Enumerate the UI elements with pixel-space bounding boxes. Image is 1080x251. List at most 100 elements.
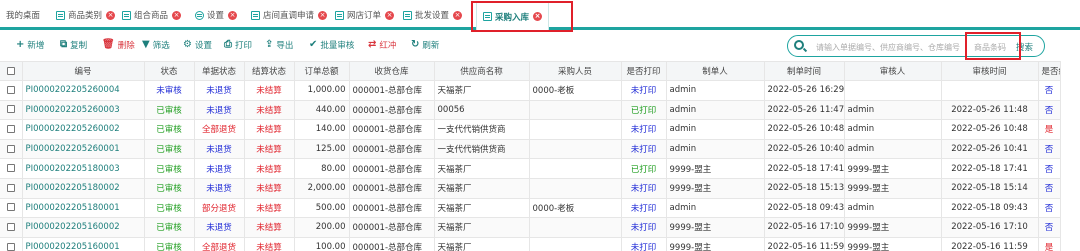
column-header[interactable]: 是否打印 <box>621 61 667 81</box>
buyer-cell: 0000-老板 <box>529 198 622 219</box>
buyer-cell <box>529 158 622 179</box>
row-checkbox[interactable] <box>0 237 23 251</box>
supplier-cell: 00056 <box>434 100 530 121</box>
bill-number-link[interactable]: PI0000202205260004 <box>22 80 145 101</box>
delete-button[interactable]: 🗑︎ 删除 <box>102 39 135 52</box>
tab-wholesale-settings[interactable]: 批发设置 × <box>397 4 468 26</box>
reviewer-cell: 9999-盟主 <box>844 217 942 238</box>
column-header[interactable]: 收货仓库 <box>349 61 435 81</box>
batch-review-button[interactable]: ✔ 批量审核 <box>309 39 355 52</box>
maker-cell: 9999-盟主 <box>666 178 765 199</box>
red-flush-cell: 否 <box>1038 178 1061 199</box>
tab-product-category[interactable]: 商品类别 × <box>50 4 121 26</box>
tab-desktop[interactable]: 我的桌面 <box>0 4 46 26</box>
row-checkbox[interactable] <box>0 119 23 140</box>
supplier-cell: 天福茶厂 <box>434 158 530 179</box>
column-header[interactable]: 审核时间 <box>941 61 1039 81</box>
row-checkbox[interactable] <box>0 139 23 160</box>
batch-review-label: 批量审核 <box>320 41 355 51</box>
buyer-cell: 0000-老板 <box>529 80 622 101</box>
copy-button[interactable]: ⧉ 复制 <box>60 39 87 52</box>
buyer-cell <box>529 119 622 140</box>
tab-store-transfer[interactable]: 店间直调申请 × <box>245 4 333 26</box>
print-button[interactable]: ⎙ 打印 <box>224 39 252 52</box>
gear-icon <box>195 10 204 20</box>
filter-button[interactable]: ▼ 筛选 <box>142 39 170 52</box>
close-icon[interactable]: × <box>228 10 238 20</box>
settle-status-cell: 未结算 <box>244 217 295 238</box>
table-row[interactable]: PI0000202205260001 已审核 未退货 未结算 125.00 000001-… <box>0 139 1061 160</box>
export-button[interactable]: ⇪ 导出 <box>265 39 294 52</box>
column-header[interactable]: 审核人 <box>844 61 942 81</box>
doc-status-cell: 部分退货 <box>194 198 245 219</box>
row-checkbox[interactable] <box>0 158 23 179</box>
close-icon[interactable]: × <box>385 10 395 20</box>
select-all-checkbox[interactable] <box>0 61 23 81</box>
export-label: 导出 <box>276 41 294 51</box>
table-row[interactable]: PI0000202205260002 已审核 全部退货 未结算 140.00 000001… <box>0 119 1061 140</box>
refresh-button[interactable]: ↻ 刷新 <box>411 39 439 52</box>
search-button[interactable]: 搜索 <box>1016 41 1033 53</box>
row-checkbox[interactable] <box>0 198 23 219</box>
column-header[interactable]: 单据状态 <box>194 61 245 81</box>
bill-number-link[interactable]: PI0000202205160002 <box>22 217 145 238</box>
tab-label: 网店订单 <box>347 11 382 21</box>
table-row[interactable]: PI0000202205180002 已审核 未退货 未结算 2,000.00 00000… <box>0 178 1061 199</box>
tab-settings[interactable]: 设置 × <box>189 4 243 26</box>
bill-number-link[interactable]: PI0000202205260001 <box>22 139 145 160</box>
table-row[interactable]: PI0000202205260003 已审核 未退货 未结算 440.00 000001-… <box>0 100 1061 121</box>
tab-label: 设置 <box>207 11 225 21</box>
row-checkbox[interactable] <box>0 100 23 121</box>
bill-number-link[interactable]: PI0000202205160001 <box>22 237 145 251</box>
bill-number-link[interactable]: PI0000202205260003 <box>22 100 145 121</box>
tab-combo-product[interactable]: 组合商品 × <box>116 4 187 26</box>
close-icon[interactable]: × <box>106 10 116 20</box>
barcode-input[interactable]: 商品条码 <box>974 42 1006 53</box>
bill-number-link[interactable]: PI0000202205180002 <box>22 178 145 199</box>
table-row[interactable]: PI0000202205180003 已审核 未退货 未结算 80.00 000001-总… <box>0 158 1061 179</box>
row-checkbox[interactable] <box>0 80 23 101</box>
tab-label: 我的桌面 <box>6 11 41 21</box>
total-amount-cell: 1,000.00 <box>294 80 350 101</box>
bill-number-link[interactable]: PI0000202205260002 <box>22 119 145 140</box>
tab-purchase-inbound[interactable]: 采购入库 × <box>476 2 550 30</box>
column-header[interactable]: 供应商名称 <box>434 61 530 81</box>
row-checkbox[interactable] <box>0 178 23 199</box>
doc-status-cell: 未退货 <box>194 158 245 179</box>
settle-status-cell: 未结算 <box>244 237 295 251</box>
table-row[interactable]: PI0000202205160001 已审核 全部退货 未结算 100.00 000001… <box>0 237 1061 251</box>
column-header[interactable]: 制单人 <box>666 61 765 81</box>
supplier-cell: 一支代代销供货商 <box>434 139 530 160</box>
close-icon[interactable]: × <box>453 10 463 20</box>
column-header[interactable]: 是否红 <box>1038 61 1061 81</box>
trash-icon: 🗑︎ <box>102 39 115 50</box>
printed-status-cell: 未打印 <box>621 237 667 251</box>
bill-number-link[interactable]: PI0000202205180003 <box>22 158 145 179</box>
supplier-cell: 一支代代销供货商 <box>434 119 530 140</box>
table-row[interactable]: PI0000202205160002 已审核 未退货 未结算 200.00 000001-… <box>0 217 1061 238</box>
total-amount-cell: 440.00 <box>294 100 350 121</box>
column-header[interactable]: 编号 <box>22 61 145 81</box>
total-amount-cell: 140.00 <box>294 119 350 140</box>
column-header[interactable]: 状态 <box>144 61 195 81</box>
add-button[interactable]: + 新增 <box>16 39 44 52</box>
column-header[interactable]: 结算状态 <box>244 61 295 81</box>
maker-cell: 9999-盟主 <box>666 217 765 238</box>
bill-number-link[interactable]: PI0000202205180001 <box>22 198 145 219</box>
close-icon[interactable]: × <box>318 10 328 20</box>
close-icon[interactable]: × <box>533 12 543 21</box>
row-checkbox[interactable] <box>0 217 23 238</box>
table-row[interactable]: PI0000202205180001 已审核 部分退货 未结算 500.00 000001… <box>0 198 1061 219</box>
column-header[interactable]: 采购人员 <box>529 61 622 81</box>
search-input[interactable]: 请输入单据编号、供应商编号、仓库编号 商品条码 搜索 <box>787 35 1045 57</box>
column-header[interactable]: 订单总额 <box>294 61 350 81</box>
warehouse-cell: 000001-总部仓库 <box>349 80 435 101</box>
settings-button[interactable]: ⚙ 设置 <box>183 39 212 52</box>
close-icon[interactable]: × <box>172 10 182 20</box>
table-row[interactable]: PI0000202205260004 未审核 未退货 未结算 1,000.00 00000… <box>0 80 1061 101</box>
tab-online-orders[interactable]: 网店订单 × <box>329 4 400 26</box>
settle-status-cell: 未结算 <box>244 80 295 101</box>
red-flush-button[interactable]: ⇄ 红冲 <box>368 39 396 52</box>
column-header[interactable]: 制单时间 <box>764 61 845 81</box>
supplier-cell: 天福茶厂 <box>434 198 530 219</box>
